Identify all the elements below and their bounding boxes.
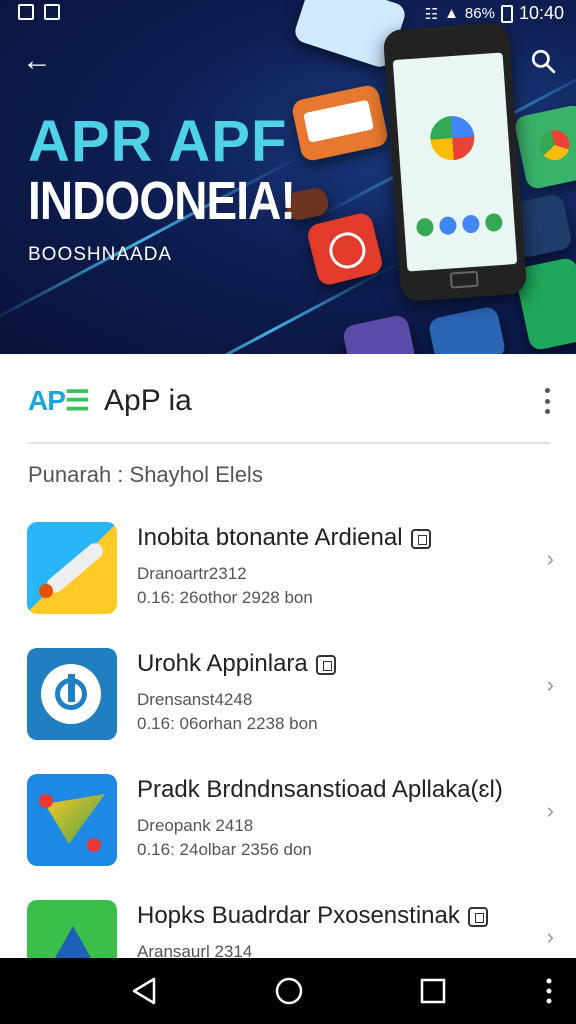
app-meta-2: 0.16: 26othor 2928 bon	[137, 588, 313, 607]
power-app-icon	[27, 648, 117, 740]
hero-subtitle: BOOSHNAADA	[28, 244, 173, 265]
editor-badge-icon	[315, 654, 336, 675]
list-item[interactable]: Pradk Brdndnsanstioad Apllaka(ɛl) Dreopa…	[0, 762, 576, 888]
floating-app-tile	[341, 313, 417, 354]
chevron-right-icon: ›	[546, 546, 554, 571]
app-meta-1: Dreopank 2418	[137, 816, 254, 835]
rocket-app-icon	[27, 522, 117, 614]
hero-headline-1: APR APF	[28, 109, 288, 174]
image-notification-icon	[18, 4, 34, 20]
back-triangle-icon[interactable]	[130, 976, 158, 1006]
graph-app-icon	[27, 774, 117, 866]
list-item[interactable]: Inobita btonante Ardienal Dranoartr2312 …	[0, 510, 576, 636]
chevron-right-icon: ›	[546, 672, 554, 697]
battery-level: 86%	[464, 5, 495, 22]
app-title: Inobita btonante Ardienal	[137, 524, 431, 552]
back-arrow-icon[interactable]: ←	[22, 46, 52, 76]
clock: 10:40	[518, 3, 564, 23]
wifi-icon: ☷	[424, 5, 439, 23]
app-meta-2: 0.16: 06orhan 2238 bon	[137, 714, 318, 733]
chevron-right-icon: ›	[546, 924, 554, 949]
logo-mark-icon: ☰	[64, 385, 90, 416]
app-meta-1: Dranoartr2312	[137, 564, 247, 583]
app-meta-2: 0.16: 24olbar 2356 don	[137, 840, 312, 859]
editor-badge-icon	[467, 906, 488, 927]
app-logo: AP☰	[28, 385, 90, 416]
more-vertical-icon[interactable]	[542, 388, 552, 414]
divider	[28, 442, 550, 444]
editor-badge-icon	[410, 528, 431, 549]
floating-app-tile	[513, 103, 576, 191]
navigation-bar	[0, 958, 576, 1024]
home-circle-icon[interactable]	[274, 976, 304, 1006]
search-icon[interactable]	[530, 48, 556, 74]
app-title: Urohk Appinlara	[137, 650, 336, 678]
list-item[interactable]: Urohk Appinlara Drensanst4248 0.16: 06or…	[0, 636, 576, 762]
more-vertical-icon[interactable]	[544, 978, 554, 1004]
battery-icon	[500, 4, 513, 23]
app-title: Pradk Brdndnsanstioad Apllaka(ɛl)	[137, 776, 503, 803]
section-title: Punarah : Shayhol Elels	[28, 462, 263, 487]
app-title: Hopks Buadrdar Pxosenstinak	[137, 902, 488, 930]
phone-illustration	[382, 21, 528, 303]
status-bar: ☷ ▲ 86% 10:40	[0, 0, 576, 26]
recents-square-icon[interactable]	[420, 976, 446, 1006]
app-notification-icon	[44, 4, 60, 20]
hero-headline-2: INDOONEIA!	[28, 171, 296, 231]
floating-app-tile	[427, 305, 507, 354]
hero-banner: ← APR APF INDOONEIA! BOOSHNAADA	[0, 0, 576, 354]
app-list-card: AP☰ ApP ia Punarah : Shayhol Elels Inobi…	[0, 354, 576, 992]
signal-icon: ▲	[444, 5, 459, 22]
app-meta-1: Drensanst4248	[137, 690, 253, 709]
app-name: ApP ia	[104, 384, 192, 417]
chevron-right-icon: ›	[546, 798, 554, 823]
floating-app-tile	[290, 83, 390, 163]
